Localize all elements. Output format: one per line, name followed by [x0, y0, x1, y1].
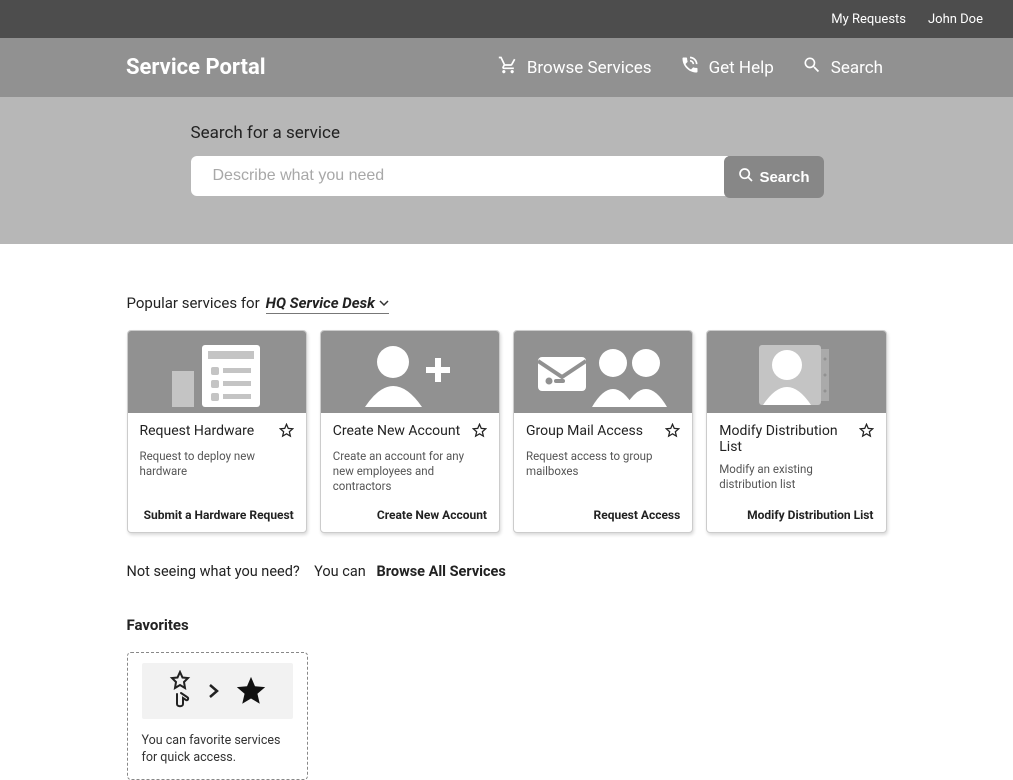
service-cards: Request Hardware Request to deploy new h… [127, 330, 887, 533]
cart-icon [498, 55, 518, 80]
service-card-create-account[interactable]: Create New Account Create an account for… [320, 330, 500, 533]
not-seeing-row: Not seeing what you need? You can Browse… [127, 563, 887, 580]
nav-browse-label: Browse Services [527, 58, 652, 78]
card-image [707, 331, 885, 413]
nav-get-help[interactable]: Get Help [680, 55, 774, 80]
card-title: Create New Account [333, 423, 460, 439]
favorites-placeholder-card: You can favorite services for quick acce… [127, 652, 308, 780]
nav-links: Browse Services Get Help Search [498, 55, 883, 80]
nav-search[interactable]: Search [802, 55, 883, 80]
favorite-star-button[interactable] [859, 423, 874, 442]
topbar: My Requests John Doe [0, 0, 1013, 38]
service-card-request-hardware[interactable]: Request Hardware Request to deploy new h… [127, 330, 307, 533]
card-action-link[interactable]: Modify Distribution List [719, 508, 873, 522]
user-menu[interactable]: John Doe [928, 12, 983, 27]
card-desc: Modify an existing distribution list [719, 462, 873, 494]
favorites-hint: You can favorite services for quick acce… [128, 719, 307, 767]
not-seeing-question: Not seeing what you need? [127, 563, 300, 580]
card-image [321, 331, 499, 413]
my-requests-link[interactable]: My Requests [831, 12, 906, 27]
star-outline-icon [859, 423, 874, 438]
search-label: Search for a service [191, 123, 887, 143]
popular-heading: Popular services for HQ Service Desk [127, 294, 887, 314]
search-button[interactable]: Search [724, 156, 823, 198]
favorite-star-button[interactable] [665, 423, 680, 442]
not-seeing-youcan: You can [314, 563, 366, 580]
star-filled-icon [234, 674, 268, 708]
search-row: Search [191, 156, 824, 198]
department-name: HQ Service Desk [266, 294, 375, 312]
card-image [514, 331, 692, 413]
search-input[interactable] [191, 156, 729, 196]
nav-search-label: Search [831, 58, 883, 78]
navbar: Service Portal Browse Services Get Help … [0, 38, 1013, 97]
service-card-group-mail[interactable]: Group Mail Access Request access to grou… [513, 330, 693, 533]
favorites-heading: Favorites [127, 616, 887, 634]
search-icon [802, 55, 822, 80]
star-outline-icon [279, 423, 294, 438]
nav-help-label: Get Help [709, 58, 774, 78]
chevron-right-icon [208, 683, 220, 699]
card-desc: Create an account for any new employees … [333, 449, 487, 494]
star-hand-icon [166, 670, 194, 712]
department-dropdown[interactable]: HQ Service Desk [266, 294, 389, 314]
card-action-link[interactable]: Request Access [526, 508, 680, 522]
card-title: Modify Distribution List [719, 423, 854, 455]
phone-icon [680, 55, 700, 80]
card-title: Group Mail Access [526, 423, 643, 439]
favorite-star-button[interactable] [279, 423, 294, 442]
chevron-down-icon [379, 294, 389, 312]
app-title: Service Portal [126, 55, 266, 80]
popular-prefix: Popular services for [127, 294, 260, 312]
favorites-placeholder-image [142, 663, 293, 719]
browse-all-link[interactable]: Browse All Services [377, 563, 506, 580]
card-title: Request Hardware [140, 423, 255, 439]
search-icon [738, 167, 754, 187]
card-action-link[interactable]: Submit a Hardware Request [140, 508, 294, 522]
nav-browse-services[interactable]: Browse Services [498, 55, 652, 80]
star-outline-icon [472, 423, 487, 438]
service-card-modify-distlist[interactable]: Modify Distribution List Modify an exist… [706, 330, 886, 533]
content: Popular services for HQ Service Desk [127, 244, 887, 780]
search-button-label: Search [759, 169, 809, 186]
favorite-star-button[interactable] [472, 423, 487, 442]
card-desc: Request to deploy new hardware [140, 449, 294, 494]
card-action-link[interactable]: Create New Account [333, 508, 487, 522]
hero: Search for a service Search [0, 97, 1013, 244]
card-desc: Request access to group mailboxes [526, 449, 680, 494]
star-outline-icon [665, 423, 680, 438]
card-image [128, 331, 306, 413]
